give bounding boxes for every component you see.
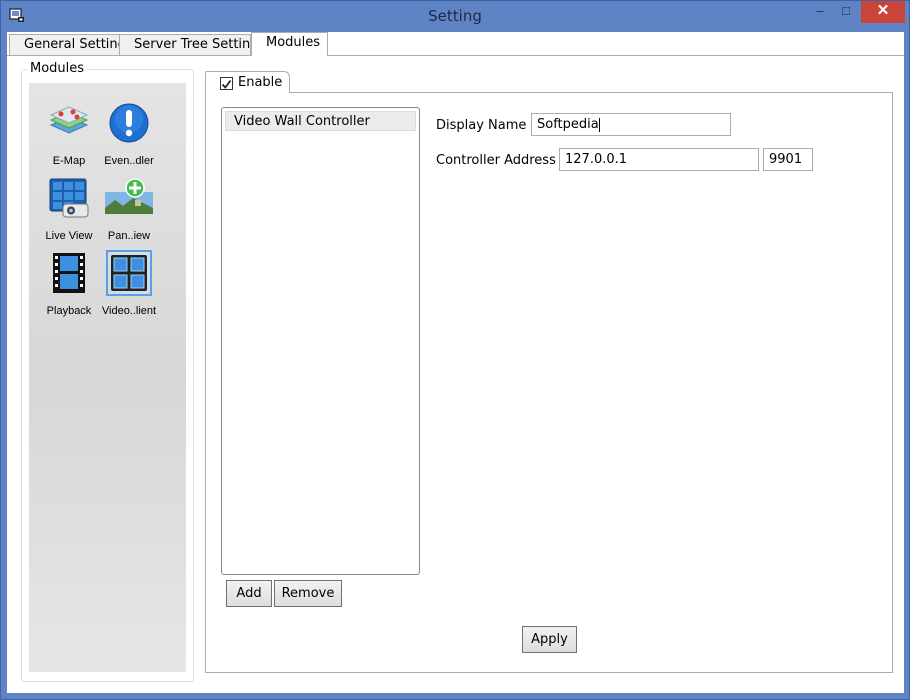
enable-tab[interactable]: Enable	[205, 71, 290, 93]
enable-panel: Video Wall Controller Add Remove Display…	[205, 92, 893, 673]
modules-group: Modules E-Map Even..dler Live View Pan..…	[21, 61, 194, 682]
display-name-label: Display Name	[436, 118, 527, 133]
module-label: Pan..iew	[107, 230, 151, 242]
window-title: Setting	[428, 7, 482, 25]
module-label: Video..lient	[101, 305, 157, 317]
tab-strip: General Setting Server Tree Setting Modu…	[7, 32, 904, 56]
module-label: Live View	[45, 230, 93, 242]
module-video-wall-client[interactable]: Video..lient	[101, 250, 157, 317]
tab-modules[interactable]: Modules	[251, 32, 328, 56]
video-wall-client-icon	[106, 250, 152, 296]
panorama-view-icon	[105, 178, 153, 218]
module-emap[interactable]: E-Map	[41, 103, 97, 167]
enable-checkbox[interactable]	[220, 77, 233, 90]
close-button[interactable]: ✕	[861, 1, 905, 23]
controller-address-label: Controller Address	[436, 153, 556, 168]
maximize-button[interactable]: □	[833, 1, 859, 23]
emap-icon	[49, 103, 89, 143]
apply-button[interactable]: Apply	[522, 626, 577, 653]
client-area: General Setting Server Tree Setting Modu…	[7, 32, 904, 693]
tab-strip-divider	[7, 55, 904, 56]
playback-icon	[49, 253, 89, 293]
module-live-view[interactable]: Live View	[41, 178, 97, 242]
module-label: E-Map	[52, 155, 86, 167]
port-field[interactable]: 9901	[763, 148, 813, 171]
module-label: Playback	[46, 305, 92, 317]
live-view-icon	[49, 178, 89, 218]
modules-group-label: Modules	[27, 61, 88, 76]
module-event-handler[interactable]: Even..dler	[101, 103, 157, 167]
display-name-field[interactable]: Softpedia	[531, 113, 731, 136]
enable-label: Enable	[238, 75, 283, 90]
modules-panel: E-Map Even..dler Live View Pan..iew Play…	[29, 83, 186, 672]
display-name-value: Softpedia	[537, 117, 599, 132]
title-bar[interactable]: Setting – □ ✕	[1, 1, 909, 31]
module-panorama-view[interactable]: Pan..iew	[101, 178, 157, 242]
module-playback[interactable]: Playback	[41, 253, 97, 317]
event-handler-icon	[109, 103, 149, 143]
settings-window: Setting – □ ✕ General Setting Server Tre…	[0, 0, 910, 700]
ip-address-field[interactable]: 127.0.0.1	[559, 148, 759, 171]
list-item[interactable]: Video Wall Controller	[225, 111, 416, 131]
checkmark-icon	[221, 79, 232, 89]
controller-list[interactable]: Video Wall Controller	[221, 107, 420, 575]
tab-server-tree-setting[interactable]: Server Tree Setting	[119, 34, 259, 55]
minimize-button[interactable]: –	[807, 1, 833, 23]
remove-button[interactable]: Remove	[274, 580, 342, 607]
module-label: Even..dler	[104, 155, 154, 167]
add-button[interactable]: Add	[226, 580, 272, 607]
text-caret	[598, 117, 600, 132]
tab-general-setting[interactable]: General Setting	[9, 34, 126, 55]
